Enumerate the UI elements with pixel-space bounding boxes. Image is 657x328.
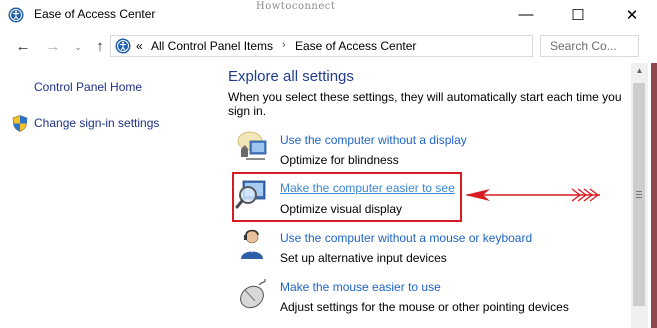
highlight-annotation-box	[232, 172, 462, 222]
search-placeholder: Search Co...	[550, 39, 617, 53]
breadcrumb-ease-of-access[interactable]: Ease of Access Center	[295, 39, 416, 53]
maximize-icon: ☐	[571, 7, 585, 24]
shield-icon	[12, 115, 28, 132]
scrollbar-thumb[interactable]	[633, 83, 645, 306]
link-make-mouse-easier[interactable]: Make the mouse easier to use	[280, 280, 441, 294]
maximize-button[interactable]: ☐	[555, 0, 601, 31]
sidebar-item-control-panel-home[interactable]: Control Panel Home	[34, 80, 142, 94]
up-arrow-icon[interactable]: ↑	[91, 38, 109, 56]
ease-of-access-icon	[8, 7, 24, 23]
link-use-without-mouse-keyboard[interactable]: Use the computer without a mouse or keyb…	[280, 231, 532, 245]
navigation-bar: ← → ⌄ ↑ « All Control Panel Items › Ease…	[0, 31, 657, 63]
desc-alternative-input: Set up alternative input devices	[280, 251, 447, 265]
window-title: Ease of Access Center	[34, 7, 156, 21]
address-bar[interactable]: « All Control Panel Items › Ease of Acce…	[110, 35, 533, 57]
page-title: Explore all settings	[228, 68, 354, 85]
vertical-scrollbar[interactable]: ▲	[631, 63, 648, 328]
watermark-text: Howtoconnect	[256, 1, 336, 12]
desc-optimize-blindness: Optimize for blindness	[280, 153, 399, 167]
red-arrow-annotation-icon	[465, 188, 600, 202]
recent-locations-chevron-icon[interactable]: ⌄	[69, 38, 87, 56]
minimize-icon: —	[518, 6, 534, 23]
sidebar-item-change-sign-in-settings[interactable]: Change sign-in settings	[34, 116, 159, 130]
breadcrumb-overflow[interactable]: «	[136, 39, 143, 53]
scrollbar-grip	[636, 191, 642, 192]
breadcrumb-all-items[interactable]: All Control Panel Items	[151, 39, 273, 53]
mouse-icon	[240, 278, 266, 309]
search-box[interactable]: Search Co...	[540, 35, 639, 57]
title-bar: Ease of Access Center Howtoconnect — ☐ ✕	[0, 0, 657, 31]
link-use-without-display[interactable]: Use the computer without a display	[280, 133, 467, 147]
close-icon: ✕	[625, 7, 639, 24]
scroll-up-arrow-icon[interactable]: ▲	[631, 63, 648, 79]
forward-arrow-icon[interactable]: →	[44, 38, 62, 56]
window-edge	[651, 63, 657, 328]
person-headset-icon	[241, 229, 263, 259]
close-button[interactable]: ✕	[607, 0, 657, 31]
control-panel-location-icon	[115, 38, 131, 54]
display-speaker-icon	[237, 131, 267, 160]
left-navigation-pane: Control Panel Home Change sign-in settin…	[0, 63, 208, 328]
desc-adjust-mouse: Adjust settings for the mouse or other p…	[280, 300, 569, 314]
breadcrumb-separator[interactable]: ›	[282, 39, 286, 51]
minimize-button[interactable]: —	[503, 0, 549, 31]
back-arrow-icon[interactable]: ←	[14, 38, 32, 56]
intro-text: When you select these settings, they wil…	[228, 90, 622, 118]
